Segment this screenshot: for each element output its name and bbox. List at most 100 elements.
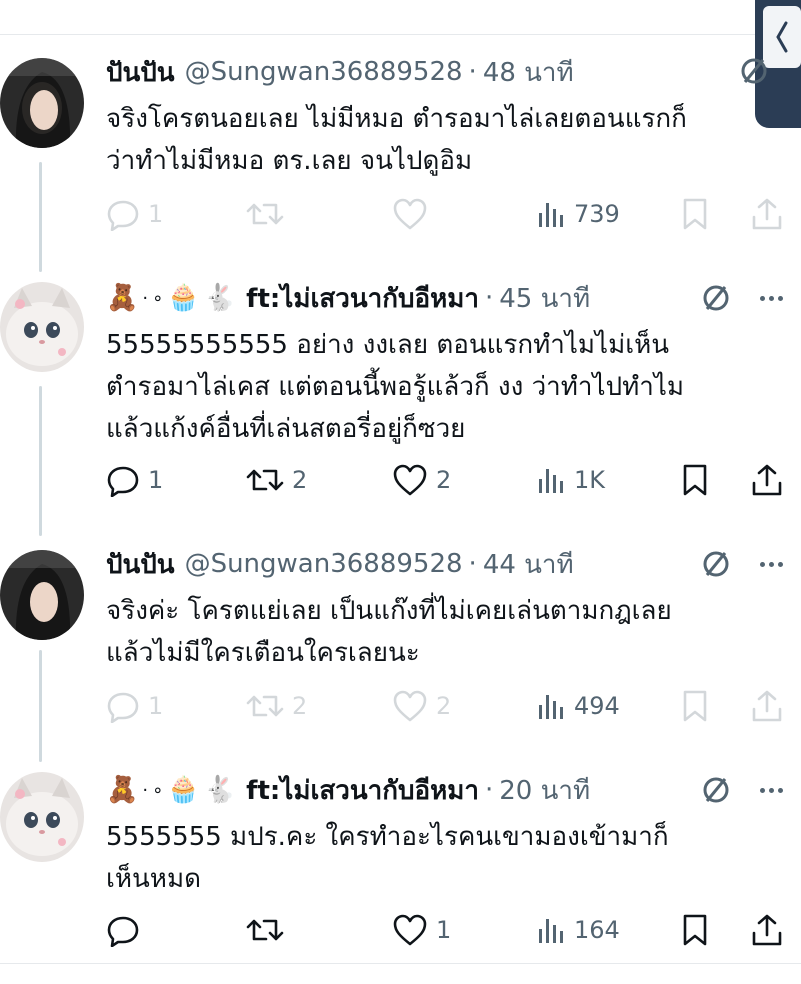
timestamp[interactable]: 45 นาที — [499, 278, 590, 319]
more-icon[interactable] — [760, 562, 783, 567]
bookmark-button[interactable] — [680, 688, 710, 724]
reply-button[interactable] — [106, 912, 148, 948]
tweet-actions: 1 2 2 1K — [106, 462, 786, 498]
like-count: 2 — [436, 466, 452, 494]
retweet-button[interactable] — [246, 912, 292, 948]
bookmark-button[interactable] — [680, 462, 710, 498]
display-name[interactable]: ปันปัน — [106, 544, 175, 585]
avatar[interactable] — [0, 282, 84, 372]
bookmark-icon — [683, 464, 707, 496]
ring-glyph: ∘ — [152, 287, 164, 309]
tweet-text: จริงโครตนอยเลย ไม่มีหมอ ตำรอมาไล่เลยตอนแ… — [106, 98, 687, 182]
tweet[interactable]: 🧸 · ∘ 🧁 🐇 ft:ไม่เสวนากับอีหมา · 20 นาที … — [0, 772, 801, 962]
heart-icon — [393, 690, 427, 722]
like-button[interactable] — [392, 196, 436, 232]
tweet-line: ตำรอมาไล่เคส แต่ตอนนี้พอรู้แล้วก็ งง ว่า… — [106, 372, 685, 402]
dot-glyph: · — [142, 287, 149, 309]
share-icon — [752, 464, 782, 496]
tweet-header: ปันปัน @Sungwan36889528 · 48 นาที — [106, 54, 574, 90]
tweet[interactable]: ปันปัน @Sungwan36889528 · 44 นาที จริงค่… — [0, 546, 801, 736]
share-button[interactable] — [750, 196, 784, 232]
display-name[interactable]: ft:ไม่เสวนากับอีหมา — [246, 770, 479, 811]
retweet-icon — [246, 469, 284, 491]
grok-slash-icon[interactable] — [737, 54, 771, 88]
separator-dot: · — [468, 57, 477, 87]
more-icon[interactable] — [760, 296, 783, 301]
views-icon — [539, 203, 563, 227]
bookmark-button[interactable] — [680, 912, 710, 948]
tweet-line: 55555555555 อย่าง งงเลย ตอนแรกทำไมไม่เห็… — [106, 330, 670, 360]
tweet-header: 🧸 · ∘ 🧁 🐇 ft:ไม่เสวนากับอีหมา · 45 นาที — [106, 280, 590, 316]
reply-icon — [107, 916, 139, 947]
tweet-text: 5555555 มปร.คะ ใครทำอะไรคนเขามองเข้ามาก็… — [106, 816, 669, 900]
heart-icon — [393, 914, 427, 946]
reply-icon — [107, 200, 139, 231]
tweet-header: ปันปัน @Sungwan36889528 · 44 นาที — [106, 546, 574, 582]
share-button[interactable] — [750, 462, 784, 498]
bookmark-button[interactable] — [680, 196, 710, 232]
like-button[interactable]: 2 — [392, 462, 451, 498]
views-icon — [539, 919, 563, 943]
bottom-divider — [0, 963, 801, 964]
user-handle[interactable]: @Sungwan36889528 — [185, 57, 463, 87]
reply-button[interactable]: 1 — [106, 688, 163, 724]
timestamp[interactable]: 48 นาที — [483, 52, 574, 93]
bookmark-icon — [683, 198, 707, 230]
retweet-button[interactable] — [246, 196, 292, 232]
more-icon[interactable] — [760, 788, 783, 793]
avatar[interactable] — [0, 550, 84, 640]
tweet-line: จริงค่ะ โครตแย่เลย เป็นแก๊งที่ไม่เคยเล่น… — [106, 596, 672, 626]
views-button[interactable]: 739 — [536, 196, 620, 232]
tweet[interactable]: 🧸 · ∘ 🧁 🐇 ft:ไม่เสวนากับอีหมา · 45 นาที … — [0, 280, 801, 510]
tweet-header: 🧸 · ∘ 🧁 🐇 ft:ไม่เสวนากับอีหมา · 20 นาที — [106, 772, 590, 808]
name-emojis: 🧸 · ∘ 🧁 🐇 — [106, 283, 236, 313]
tweet-line: เห็นหมด — [106, 864, 201, 894]
tweet-line: แล้วแก้งค์อื่นที่เล่นสตอรี่อยู่ก็ซวย — [106, 414, 466, 444]
views-button[interactable]: 494 — [536, 688, 620, 724]
reply-count: 1 — [148, 692, 164, 720]
retweet-count: 2 — [292, 692, 308, 720]
views-count: 1K — [574, 466, 606, 494]
share-icon — [752, 690, 782, 722]
teddy-bear-emoji: 🧸 — [106, 283, 139, 313]
tweet[interactable]: ปันปัน @Sungwan36889528 · 48 นาที จริงโค… — [0, 54, 801, 244]
grok-slash-icon[interactable] — [699, 547, 733, 581]
avatar[interactable] — [0, 58, 84, 148]
display-name[interactable]: ปันปัน — [106, 52, 175, 93]
tweet-line: แล้วไม่มีใครเตือนใครเลยนะ — [106, 638, 420, 668]
user-handle[interactable]: @Sungwan36889528 — [185, 549, 463, 579]
views-button[interactable]: 1K — [536, 462, 605, 498]
views-count: 494 — [574, 692, 620, 720]
tweet-actions: 1 739 — [106, 196, 786, 232]
tweet-text: 55555555555 อย่าง งงเลย ตอนแรกทำไมไม่เห็… — [106, 324, 684, 450]
display-name[interactable]: ft:ไม่เสวนากับอีหมา — [246, 278, 479, 319]
share-button[interactable] — [750, 912, 784, 948]
grok-slash-icon[interactable] — [699, 773, 733, 807]
separator-dot: · — [484, 775, 494, 805]
tweet-line: ว่าทำไม่มีหมอ ตร.เลย จนไปดูอิม — [106, 146, 473, 176]
retweet-button[interactable]: 2 — [246, 688, 307, 724]
cupcake-emoji: 🧁 — [167, 775, 200, 805]
views-icon — [539, 469, 563, 493]
timestamp[interactable]: 20 นาที — [499, 770, 590, 811]
tweet-line: 5555555 มปร.คะ ใครทำอะไรคนเขามองเข้ามาก็ — [106, 822, 669, 852]
cupcake-emoji: 🧁 — [167, 283, 200, 313]
reply-button[interactable]: 1 — [106, 462, 163, 498]
like-button[interactable]: 1 — [392, 912, 451, 948]
reply-button[interactable]: 1 — [106, 196, 163, 232]
views-button[interactable]: 164 — [536, 912, 620, 948]
like-button[interactable]: 2 — [392, 688, 451, 724]
share-button[interactable] — [750, 688, 784, 724]
reply-count: 1 — [148, 200, 164, 228]
top-divider — [0, 34, 801, 35]
grok-slash-icon[interactable] — [699, 281, 733, 315]
tweet-actions: 1 2 2 494 — [106, 688, 786, 724]
retweet-button[interactable]: 2 — [246, 462, 307, 498]
avatar[interactable] — [0, 772, 84, 862]
timestamp[interactable]: 44 นาที — [483, 544, 574, 585]
share-icon — [752, 914, 782, 946]
reply-icon — [107, 466, 139, 497]
rabbit-emoji: 🐇 — [203, 283, 237, 313]
separator-dot: · — [468, 549, 477, 579]
retweet-icon — [246, 695, 284, 717]
